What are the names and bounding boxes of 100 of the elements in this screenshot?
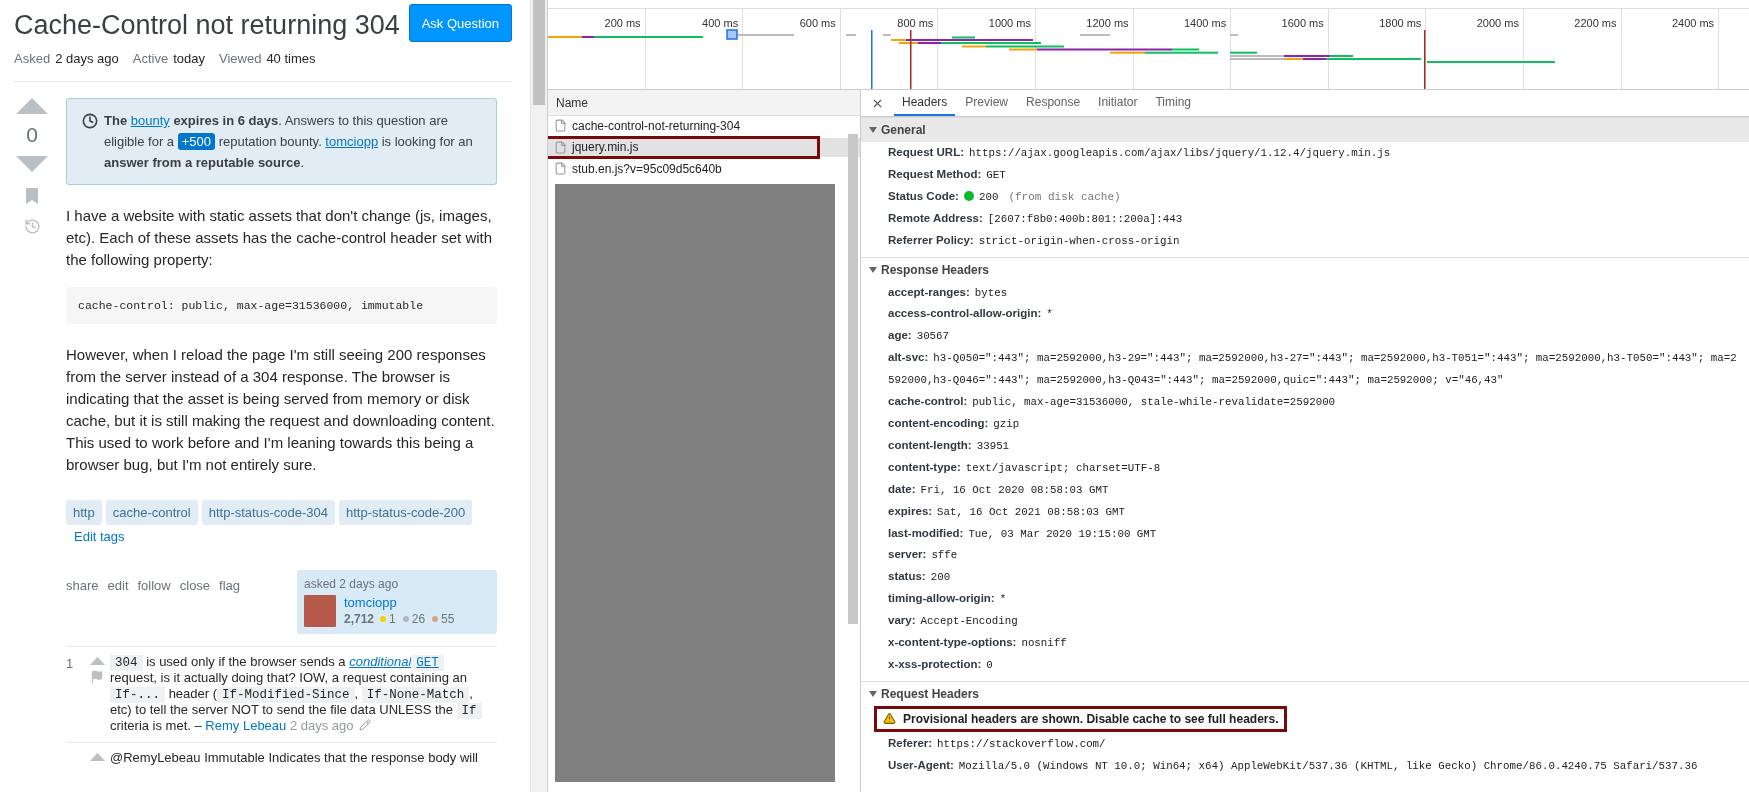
time-tick-label: 1600 ms	[1281, 17, 1324, 29]
header-name: Request URL:	[888, 146, 965, 158]
section-header[interactable]: General	[861, 118, 1749, 142]
header-value: bytes	[974, 286, 1008, 299]
comment-text: 304 is used only if the browser sends a conditional GET request, is it actually doing that? IOW, a request containing an If-... header ( If-Modified-Since , If-None-Match , etc) to tell the server NOT to send the file data UNLESS the If criteria is met. – Remy Lebeau 2 days ago	[110, 654, 487, 734]
request-name: stub.en.js?v=95c09d5c640b	[572, 161, 722, 176]
badge-count: 1	[389, 612, 396, 626]
code-block: cache-control: public, max-age=31536000, immutable	[66, 287, 497, 324]
header-name: access-control-allow-origin:	[888, 307, 1042, 320]
file-icon	[554, 162, 567, 175]
header-value: 33951	[976, 439, 1010, 452]
page-scrollbar[interactable]	[530, 0, 547, 792]
header-name: Referrer Policy:	[888, 233, 974, 246]
section-title: Request Headers	[881, 686, 980, 701]
time-tick-label: 1800 ms	[1379, 17, 1422, 29]
header-value: h3-Q050=":443"; ma=2592000,h3-29=":443"; ma=2592000,h3-27=":443"; ma=2592000,h3-T051=":443"; ma=2592000,h3-T050=":443"; ma=2	[933, 352, 1737, 365]
column-header: Name	[548, 90, 860, 116]
tab[interactable]: Response	[1018, 90, 1089, 116]
header-name: server:	[888, 548, 927, 561]
header-name: content-length:	[888, 438, 972, 451]
time-tick-label: 2400 ms	[1671, 17, 1715, 29]
code-link[interactable]: GET	[411, 654, 444, 669]
tab[interactable]: Initiator	[1090, 90, 1146, 116]
header-value: 200	[930, 571, 951, 584]
header-name: content-type:	[888, 460, 961, 473]
header-value: text/javascript; charset=UTF-8	[965, 461, 1161, 474]
post-action-link[interactable]: flag	[219, 578, 241, 634]
post-action-link[interactable]: share	[66, 578, 99, 634]
link[interactable]: tomciopp	[325, 134, 379, 149]
tab[interactable]: Timing	[1147, 90, 1199, 116]
comment-score: 1	[66, 656, 74, 671]
link[interactable]: bounty	[130, 113, 170, 128]
header-value: 592000,h3-Q046=":443"; ma=2592000,h3-Q043=":443"; ma=2592000,quic=":443"; ma=2592000; v="46,43"	[888, 374, 1504, 387]
file-icon	[554, 119, 567, 132]
header-value: 30567	[916, 330, 950, 343]
question-body-text: I have a website with static assets that don't change (js, images, etc). Each of these assets has the cache-control header set with the following property:	[66, 206, 494, 270]
warning-text: Provisional headers are shown. Disable cache to see full headers.	[903, 710, 1279, 728]
section-title: General	[881, 123, 926, 137]
user-name-link[interactable]: tomciopp	[344, 595, 459, 610]
avatar-placeholder	[304, 595, 336, 627]
meta-label: Asked	[14, 51, 51, 66]
downvote-arrow-icon[interactable]	[16, 156, 48, 172]
edit-tags-link[interactable]: Edit tags	[74, 529, 125, 544]
header-value: https://ajax.googleapis.com/ajax/libs/jquery/1.12.4/jquery.min.js	[969, 147, 1391, 159]
ask-question-button[interactable]: Ask Question	[408, 4, 512, 42]
post-action-link[interactable]: follow	[137, 578, 171, 634]
request-name: jquery.min.js	[572, 140, 639, 154]
question-body-text: However, when I reload the page I'm still seeing 200 responses from the server instead of a 304 response. The browser is indicating that the asset is being served from memory or disk cache, but it is still making the request and downloading content. This used to work before and I'm leaning towards this being a browser bug, but I'm not entirely sure.	[66, 345, 496, 475]
header-value: gzip	[993, 417, 1020, 430]
tag[interactable]: http-status-code-304	[201, 500, 335, 525]
link[interactable]: conditional	[349, 654, 412, 669]
meta-value: 2 days ago	[55, 51, 119, 66]
flag-icon[interactable]	[90, 670, 104, 684]
request-row[interactable]: stub.en.js?v=95c09d5c640b	[548, 159, 860, 178]
bookmark-icon[interactable]	[26, 188, 38, 204]
bounty-badge: +500	[177, 133, 215, 150]
list-scrollbar[interactable]	[848, 134, 858, 624]
file-icon	[554, 140, 567, 154]
header-name: last-modified:	[888, 526, 964, 539]
status-dot-icon	[963, 190, 974, 201]
badge-count: 55	[441, 612, 455, 626]
header-value: GET	[986, 168, 1006, 181]
request-row[interactable]: cache-control-not-returning-304	[548, 116, 860, 135]
upvote-arrow-icon[interactable]	[89, 657, 105, 665]
header-name: x-content-type-options:	[888, 636, 1017, 649]
time-tick-label: 600 ms	[799, 17, 836, 29]
time-tick-label: 1000 ms	[988, 17, 1031, 29]
tab[interactable]: Preview	[957, 90, 1017, 116]
header-note: (from disk cache)	[1008, 190, 1121, 203]
header-name: Status Code:	[888, 189, 959, 202]
post-action-link[interactable]: edit	[107, 578, 129, 634]
header-name: Referer:	[888, 737, 933, 750]
tag[interactable]: http-status-code-200	[338, 500, 473, 525]
meta-value: today	[173, 51, 205, 66]
tag[interactable]: cache-control	[105, 500, 198, 525]
header-value: 200	[978, 190, 999, 203]
tag[interactable]: http	[66, 500, 102, 525]
header-value: 0	[986, 658, 993, 671]
time-tick-label: 2200 ms	[1574, 17, 1617, 29]
upvote-arrow-icon[interactable]	[16, 98, 48, 114]
header-name: date:	[888, 482, 916, 495]
bounty-text: The bounty expires in 6 days. Answers to this question are eligible for a +500 reputation bounty. tomciopp is looking for an answer from a reputable source.	[104, 113, 473, 170]
header-value: nosniff	[1021, 637, 1067, 650]
time-tick-label: 400 ms	[702, 17, 739, 29]
time-tick-label: 800 ms	[897, 17, 934, 29]
history-icon[interactable]	[23, 218, 41, 235]
section-header[interactable]: Response Headers	[861, 257, 1749, 282]
header-value: *	[999, 593, 1007, 606]
vote-count: 0	[26, 122, 38, 148]
tab[interactable]: Headers	[894, 90, 956, 116]
comment-author-link[interactable]: Remy Lebeau	[205, 718, 287, 733]
header-value: strict-origin-when-cross-origin	[978, 234, 1180, 247]
header-name: alt-svc:	[888, 351, 929, 364]
section-header[interactable]: Request Headers	[861, 681, 1749, 706]
time-tick-label: 2000 ms	[1476, 17, 1519, 29]
comment-text: @RemyLebeau Immutable Indicates that the response body will	[110, 750, 479, 766]
header-value: sffe	[931, 549, 958, 562]
post-action-link[interactable]: close	[179, 578, 211, 634]
upvote-arrow-icon[interactable]	[89, 753, 105, 761]
header-name: Remote Address:	[888, 211, 983, 224]
